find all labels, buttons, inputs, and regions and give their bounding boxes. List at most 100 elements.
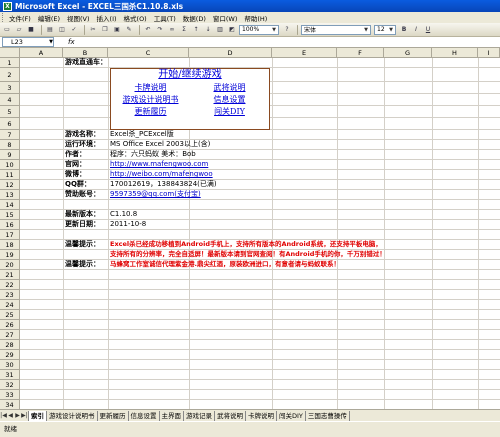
first-sheet-icon[interactable]: |◀ xyxy=(0,412,7,419)
column-header-g[interactable]: G xyxy=(384,48,432,58)
row-header[interactable]: 6 xyxy=(0,118,20,130)
name-box[interactable]: L23 ▼ xyxy=(2,37,54,47)
copy-icon[interactable]: ❐ xyxy=(100,25,110,35)
menu-help[interactable]: 帮助(H) xyxy=(244,13,267,23)
print-preview-icon[interactable]: ◫ xyxy=(57,25,67,35)
row-header[interactable]: 24 xyxy=(0,300,20,310)
row-header[interactable]: 10 xyxy=(0,160,20,170)
row-header[interactable]: 19 xyxy=(0,250,20,260)
sort-descending-icon[interactable]: ↓ xyxy=(203,25,213,35)
row-header[interactable]: 3 xyxy=(0,82,20,94)
row-header[interactable]: 28 xyxy=(0,340,20,350)
font-size-select[interactable]: 12 ▼ xyxy=(374,24,396,35)
row-header[interactable]: 23 xyxy=(0,290,20,300)
donate-link[interactable]: 9597359@qq.com(支付宝) xyxy=(110,190,201,199)
save-icon[interactable]: ■ xyxy=(26,25,36,35)
column-header-a[interactable]: A xyxy=(20,48,63,58)
row-header[interactable]: 21 xyxy=(0,270,20,280)
menu-view[interactable]: 视图(V) xyxy=(67,13,90,23)
row-header[interactable]: 20 xyxy=(0,260,20,270)
underline-icon[interactable]: U xyxy=(423,25,433,35)
tab-settings[interactable]: 信息设置 xyxy=(129,410,160,421)
row-header[interactable]: 34 xyxy=(0,400,20,409)
chart-wizard-icon[interactable]: ▥ xyxy=(215,25,225,35)
card-guide-button[interactable]: 卡牌说明 xyxy=(111,82,190,94)
worksheet-grid[interactable]: A B C D E F G H I 1 2 3 4 5 6 7 8 9 10 1… xyxy=(0,48,500,409)
undo-icon[interactable]: ↶ xyxy=(143,25,153,35)
menu-format[interactable]: 格式(O) xyxy=(124,13,147,23)
format-painter-icon[interactable]: ✎ xyxy=(124,25,134,35)
row-header[interactable]: 11 xyxy=(0,170,20,180)
row-header[interactable]: 26 xyxy=(0,320,20,330)
menu-file[interactable]: 文件(F) xyxy=(9,13,31,23)
website-link[interactable]: http://www.mafengwoo.com xyxy=(110,160,208,169)
row-header[interactable]: 33 xyxy=(0,390,20,400)
spelling-icon[interactable]: ✓ xyxy=(69,25,79,35)
drawing-icon[interactable]: ◩ xyxy=(227,25,237,35)
column-header-i[interactable]: I xyxy=(478,48,500,58)
tab-sanguo[interactable]: 三国志曹操传 xyxy=(306,410,350,421)
column-header-d[interactable]: D xyxy=(189,48,272,58)
italic-icon[interactable]: I xyxy=(411,25,421,35)
weibo-link[interactable]: http://weibo.com/mafengwoo xyxy=(110,170,213,179)
bold-icon[interactable]: B xyxy=(399,25,409,35)
new-file-icon[interactable]: ▭ xyxy=(2,25,12,35)
row-header[interactable]: 4 xyxy=(0,94,20,106)
row-header[interactable]: 2 xyxy=(0,68,20,82)
print-icon[interactable]: ▤ xyxy=(45,25,55,35)
settings-button[interactable]: 信息设置 xyxy=(190,94,269,106)
row-header[interactable]: 13 xyxy=(0,190,20,200)
sort-ascending-icon[interactable]: ↑ xyxy=(191,25,201,35)
row-header[interactable]: 30 xyxy=(0,360,20,370)
select-all-corner[interactable] xyxy=(0,48,20,58)
zoom-select[interactable]: 100% ▼ xyxy=(239,24,279,35)
row-header[interactable]: 1 xyxy=(0,58,20,68)
open-folder-icon[interactable]: ▱ xyxy=(14,25,24,35)
last-sheet-icon[interactable]: ▶| xyxy=(21,412,28,419)
tab-index[interactable]: 索引 xyxy=(28,410,47,421)
column-header-c[interactable]: C xyxy=(108,48,189,58)
tab-cards[interactable]: 卡牌说明 xyxy=(246,410,277,421)
row-header[interactable]: 18 xyxy=(0,240,20,250)
column-header-b[interactable]: B xyxy=(63,48,108,58)
column-header-e[interactable]: E xyxy=(272,48,337,58)
autosum-icon[interactable]: Σ xyxy=(179,25,189,35)
general-guide-button[interactable]: 武将说明 xyxy=(190,82,269,94)
row-header[interactable]: 8 xyxy=(0,140,20,150)
help-icon[interactable]: ? xyxy=(282,25,292,35)
tab-update-history[interactable]: 更新履历 xyxy=(98,410,129,421)
row-header[interactable]: 22 xyxy=(0,280,20,290)
row-header[interactable]: 14 xyxy=(0,200,20,210)
row-header[interactable]: 25 xyxy=(0,310,20,320)
cut-icon[interactable]: ✂ xyxy=(88,25,98,35)
hyperlink-icon[interactable]: ∞ xyxy=(167,25,177,35)
row-header[interactable]: 32 xyxy=(0,380,20,390)
update-history-button[interactable]: 更新履历 xyxy=(111,106,190,118)
row-header[interactable]: 7 xyxy=(0,130,20,140)
row-header[interactable]: 12 xyxy=(0,180,20,190)
redo-icon[interactable]: ↷ xyxy=(155,25,165,35)
row-header[interactable]: 29 xyxy=(0,350,20,360)
row-header[interactable]: 31 xyxy=(0,370,20,380)
tab-diy[interactable]: 闯关DIY xyxy=(277,410,306,421)
paste-icon[interactable]: ▣ xyxy=(112,25,122,35)
font-select[interactable]: 宋体 ▼ xyxy=(301,24,371,35)
next-sheet-icon[interactable]: ▶ xyxy=(14,412,21,419)
column-header-f[interactable]: F xyxy=(337,48,384,58)
menu-tools[interactable]: 工具(T) xyxy=(154,13,176,23)
start-game-button[interactable]: 开始/继续游戏 xyxy=(111,69,269,81)
row-header[interactable]: 9 xyxy=(0,150,20,160)
tab-game-log[interactable]: 游戏记录 xyxy=(184,410,215,421)
row-header[interactable]: 27 xyxy=(0,330,20,340)
tab-generals[interactable]: 武将说明 xyxy=(215,410,246,421)
menu-edit[interactable]: 编辑(E) xyxy=(38,13,60,23)
row-header[interactable]: 5 xyxy=(0,106,20,118)
column-header-h[interactable]: H xyxy=(432,48,478,58)
tab-design-doc[interactable]: 游戏设计说明书 xyxy=(47,410,98,421)
menu-window[interactable]: 窗口(W) xyxy=(213,13,238,23)
design-doc-button[interactable]: 游戏设计说明书 xyxy=(111,94,190,106)
menu-insert[interactable]: 插入(I) xyxy=(97,13,117,23)
row-header[interactable]: 15 xyxy=(0,210,20,220)
fx-icon[interactable]: fx xyxy=(68,38,75,46)
row-header[interactable]: 17 xyxy=(0,230,20,240)
